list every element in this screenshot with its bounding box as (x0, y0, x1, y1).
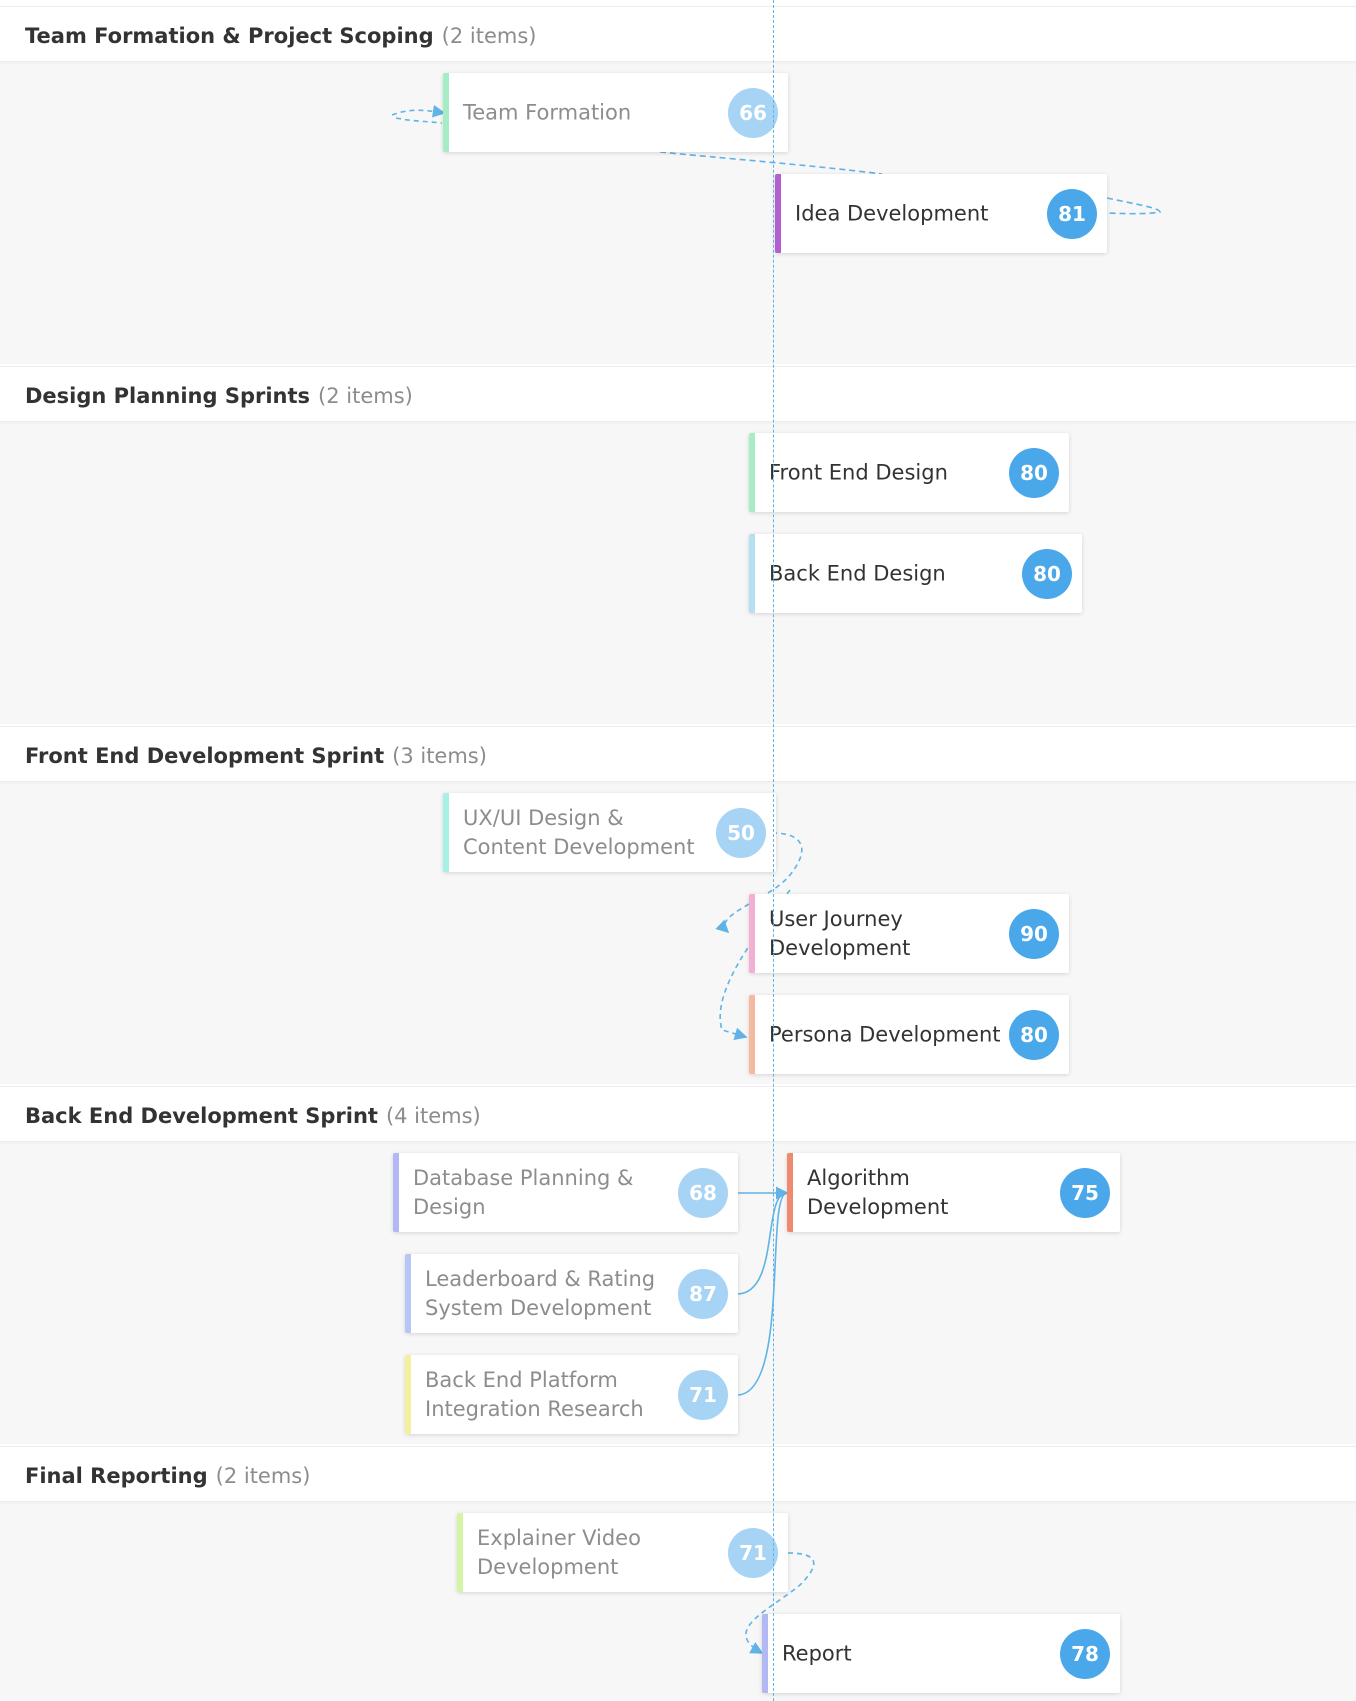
task-card[interactable]: Back End Platform Integration Research 7… (405, 1355, 738, 1434)
task-card-label: Leaderboard & Rating System Development (425, 1266, 656, 1320)
lane-body (0, 422, 1356, 724)
score-badge: 80 (1009, 447, 1059, 498)
task-card[interactable]: Back End Design 80 (749, 534, 1082, 613)
score-badge: 87 (678, 1268, 728, 1319)
score-badge: 71 (728, 1527, 778, 1578)
task-card[interactable]: Leaderboard & Rating System Development … (405, 1254, 738, 1333)
task-card[interactable]: Explainer Video Development 71 (457, 1513, 788, 1592)
lane-title: Team Formation & Project Scoping (2 items… (25, 24, 536, 48)
score-badge: 80 (1009, 1009, 1059, 1060)
lane-title-text: Final Reporting (25, 1464, 208, 1488)
task-card[interactable]: Database Planning & Design 68 (393, 1153, 738, 1232)
lane-header[interactable]: Team Formation & Project Scoping (2 items… (0, 6, 1356, 62)
task-card-label: Explainer Video Development (477, 1525, 641, 1579)
task-card[interactable]: Algorithm Development 75 (787, 1153, 1120, 1232)
task-card-label: Database Planning & Design (413, 1165, 634, 1219)
score-badge: 66 (728, 87, 778, 138)
lane-item-count: (3 items) (392, 744, 487, 768)
task-card[interactable]: Team Formation 66 (443, 73, 788, 152)
task-card[interactable]: User Journey Development 90 (749, 894, 1069, 973)
lane-header[interactable]: Final Reporting (2 items) (0, 1446, 1356, 1502)
task-card[interactable]: Front End Design 80 (749, 433, 1069, 512)
lane-title-text: Design Planning Sprints (25, 384, 311, 408)
lane-header[interactable]: Back End Development Sprint (4 items) (0, 1086, 1356, 1142)
lane-item-count: (4 items) (385, 1104, 481, 1128)
score-badge: 75 (1060, 1167, 1110, 1218)
score-badge: 80 (1022, 548, 1072, 599)
lane-title-text: Team Formation & Project Scoping (25, 24, 434, 48)
task-card-label: Back End Platform Integration Research (425, 1367, 644, 1421)
lane-item-count: (2 items) (318, 384, 413, 408)
task-card-label: Team Formation (463, 100, 632, 124)
score-badge: 71 (678, 1369, 728, 1420)
score-badge: 81 (1047, 188, 1097, 239)
score-badge: 68 (678, 1167, 728, 1218)
lane-title: Front End Development Sprint (3 items) (25, 744, 487, 768)
lane-title: Design Planning Sprints (2 items) (25, 384, 413, 408)
lane-header[interactable]: Design Planning Sprints (2 items) (0, 366, 1356, 422)
task-card-label: Back End Design (769, 561, 946, 585)
score-badge: 78 (1060, 1628, 1110, 1679)
timeline-board: Team Formation & Project Scoping (2 items… (0, 0, 1356, 1701)
score-badge: 90 (1009, 908, 1059, 959)
score-badge: 50 (716, 807, 766, 858)
lane-header[interactable]: Front End Development Sprint (3 items) (0, 726, 1356, 782)
lane-title: Back End Development Sprint (4 items) (25, 1104, 481, 1128)
task-card-label: Idea Development (795, 201, 989, 225)
task-card-label: UX/UI Design & Content Development (463, 805, 695, 859)
lane-title: Final Reporting (2 items) (25, 1464, 310, 1488)
lane-title-text: Front End Development Sprint (25, 744, 385, 768)
lane-title-text: Back End Development Sprint (25, 1104, 378, 1128)
task-card-label: User Journey Development (769, 906, 911, 960)
task-card-label: Persona Development (769, 1022, 1001, 1046)
today-marker-line (773, 0, 774, 1701)
lane-item-count: (2 items) (215, 1464, 311, 1488)
lane-item-count: (2 items) (441, 24, 537, 48)
task-card[interactable]: Report 78 (762, 1614, 1120, 1693)
task-card-label: Front End Design (769, 460, 948, 484)
task-card[interactable]: UX/UI Design & Content Development 50 (443, 793, 776, 872)
task-card-label: Algorithm Development (807, 1165, 949, 1219)
task-card[interactable]: Idea Development 81 (775, 174, 1107, 253)
task-card-label: Report (782, 1641, 852, 1665)
task-card[interactable]: Persona Development 80 (749, 995, 1069, 1074)
